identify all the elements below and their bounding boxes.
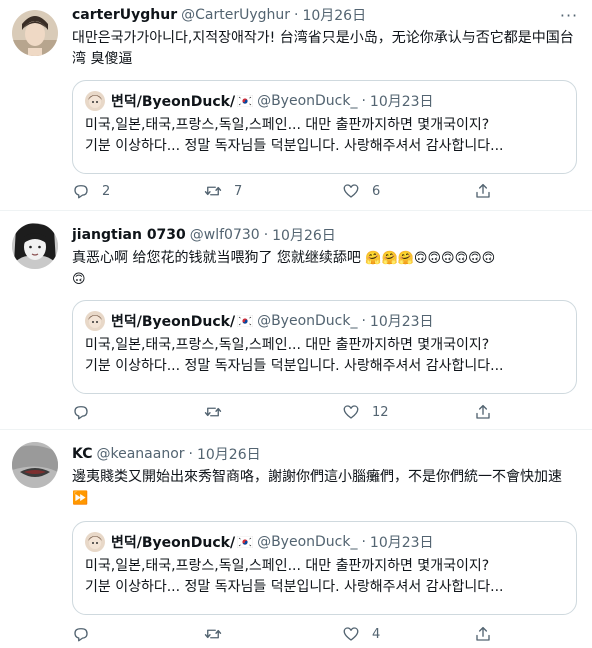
reply-icon	[74, 628, 88, 642]
retweet-button[interactable]	[204, 400, 234, 424]
tweet-header: KC @keanaanor · 10月26日	[72, 443, 261, 465]
user-handle[interactable]: @keanaanor	[97, 446, 185, 462]
tweet-text-content: 邊夷賤类又開始出來秀智商咯，謝謝你們這小腦癱們，不是你們統一不會快加速	[72, 469, 562, 485]
separator-dot: ·	[361, 93, 366, 109]
emoji-sequence: 🤗🤗🤗🙃🙃🙃🙃🙃🙃	[365, 251, 496, 266]
like-count: 4	[372, 626, 381, 642]
like-count: 6	[372, 183, 381, 199]
quoted-display-name: 변덕/ByeonDuck/	[111, 94, 236, 110]
user-handle[interactable]: @CarterUyghur	[181, 7, 290, 23]
display-name[interactable]: jiangtian 0730	[72, 227, 186, 243]
share-button[interactable]	[474, 400, 492, 424]
tweet-text: 대만은국가가아니다,지적장애작가! 台湾省只是小岛，无论你承认与否它都是中国台湾…	[72, 30, 574, 67]
reply-count: 2	[102, 183, 111, 199]
quoted-tweet-text: 미국,일본,태국,프랑스,독일,스페인... 대만 출판까지하면 몇개국이지? …	[85, 115, 565, 157]
south-korea-flag-icon	[236, 314, 254, 328]
reply-button[interactable]: 2	[72, 179, 110, 203]
like-button[interactable]: 4	[342, 622, 380, 646]
fast-forward-emoji: ⏩	[72, 491, 89, 506]
retweet-button[interactable]	[204, 622, 234, 646]
share-icon	[476, 183, 490, 198]
avatar[interactable]	[12, 223, 58, 269]
quoted-tweet-date: 10月23日	[369, 314, 434, 330]
heart-icon	[343, 184, 359, 198]
tweet-text: 真恶心啊 给您花的钱就当喂狗了 您就继续舔吧 🤗🤗🤗🙃🙃🙃🙃🙃🙃 🙃	[72, 248, 577, 290]
separator-dot: ·	[294, 7, 299, 23]
quoted-tweet-header: 변덕/ByeonDuck/ @ByeonDuck_ · 10月23日	[85, 311, 434, 331]
quoted-display-name: 변덕/ByeonDuck/	[111, 535, 236, 551]
quoted-tweet-date: 10月23日	[369, 94, 434, 110]
tweet-text-content: 真恶心啊 给您花的钱就当喂狗了 您就继续舔吧	[72, 250, 361, 266]
tweet-actions: 12	[72, 400, 512, 424]
quoted-tweet-header: 변덕/ByeonDuck/ @ByeonDuck_ · 10月23日	[85, 532, 434, 552]
display-name[interactable]: KC	[72, 446, 93, 462]
tweet-date[interactable]: 10月26日	[272, 225, 336, 245]
share-icon	[476, 626, 490, 641]
retweet-count: 7	[234, 183, 243, 199]
quoted-tweet-header: 변덕/ByeonDuck/ @ByeonDuck_ · 10月23日	[85, 91, 434, 111]
tweet-text: 邊夷賤类又開始出來秀智商咯，謝謝你們這小腦癱們，不是你們統一不會快加速 ⏩	[72, 467, 577, 509]
retweet-icon	[204, 407, 222, 417]
south-korea-flag-icon	[236, 535, 254, 549]
retweet-icon	[204, 186, 222, 196]
emoji: 🙃	[72, 272, 86, 287]
reply-button[interactable]	[72, 400, 102, 424]
more-icon[interactable]: ···	[554, 4, 584, 26]
quoted-tweet-text: 미국,일본,태국,프랑스,독일,스페인... 대만 출판까지하면 몇개국이지? …	[85, 556, 565, 598]
share-button[interactable]	[474, 179, 492, 203]
display-name[interactable]: carterUyghur	[72, 7, 177, 23]
separator-dot: ·	[188, 446, 193, 462]
heart-icon	[343, 405, 359, 419]
quoted-tweet-text: 미국,일본,태국,프랑스,독일,스페인... 대만 출판까지하면 몇개국이지? …	[85, 335, 565, 377]
quoted-avatar	[85, 311, 105, 331]
share-icon	[476, 404, 490, 419]
tweet-header: jiangtian 0730 @wlf0730 · 10月26日	[72, 224, 336, 246]
tweet[interactable]: KC @keanaanor · 10月26日 邊夷賤类又開始出來秀智商咯，謝謝你…	[0, 430, 592, 648]
tweet-date[interactable]: 10月26日	[302, 5, 366, 25]
separator-dot: ·	[361, 313, 366, 329]
avatar[interactable]	[12, 10, 58, 56]
quoted-text-line: 미국,일본,태국,프랑스,독일,스페인... 대만 출판까지하면 몇개국이지?	[85, 117, 490, 133]
quoted-text-line: 미국,일본,태국,프랑스,독일,스페인... 대만 출판까지하면 몇개국이지?	[85, 337, 490, 353]
quoted-tweet-date: 10月23日	[369, 535, 434, 551]
quoted-tweet[interactable]: 변덕/ByeonDuck/ @ByeonDuck_ · 10月23日 미국,일본…	[72, 300, 577, 394]
user-handle[interactable]: @wlf0730	[190, 227, 260, 243]
tweet-header: carterUyghur @CarterUyghur · 10月26日	[72, 4, 366, 26]
quoted-display-name: 변덕/ByeonDuck/	[111, 314, 236, 330]
reply-icon	[74, 406, 88, 420]
like-count: 12	[372, 404, 389, 420]
quoted-text-line: 기분 이상하다... 정말 독자님들 덕분입니다. 사랑해주셔서 감사합니다..…	[85, 579, 504, 595]
quoted-text-line: 미국,일본,태국,프랑스,독일,스페인... 대만 출판까지하면 몇개국이지?	[85, 558, 490, 574]
like-button[interactable]: 12	[342, 400, 389, 424]
avatar[interactable]	[12, 442, 58, 488]
quoted-avatar	[85, 91, 105, 111]
retweet-button[interactable]: 7	[204, 179, 242, 203]
tweet[interactable]: carterUyghur @CarterUyghur · 10月26日 ··· …	[0, 0, 592, 210]
separator-dot: ·	[263, 227, 269, 243]
quoted-avatar	[85, 532, 105, 552]
quoted-user-handle: @ByeonDuck_	[257, 534, 358, 550]
quoted-tweet[interactable]: 변덕/ByeonDuck/ @ByeonDuck_ · 10月23日 미국,일본…	[72, 80, 577, 174]
quoted-user-handle: @ByeonDuck_	[257, 313, 358, 329]
south-korea-flag-icon	[236, 94, 254, 108]
retweet-icon	[204, 629, 222, 639]
quoted-user-handle: @ByeonDuck_	[257, 93, 358, 109]
tweet[interactable]: jiangtian 0730 @wlf0730 · 10月26日 真恶心啊 给您…	[0, 211, 592, 429]
heart-icon	[343, 627, 359, 641]
quoted-text-line: 기분 이상하다... 정말 독자님들 덕분입니다. 사랑해주셔서 감사합니다..…	[85, 358, 504, 374]
like-button[interactable]: 6	[342, 179, 380, 203]
quoted-tweet[interactable]: 변덕/ByeonDuck/ @ByeonDuck_ · 10月23日 미국,일본…	[72, 521, 577, 615]
tweet-actions: 4	[72, 622, 512, 646]
quoted-text-line: 기분 이상하다... 정말 독자님들 덕분입니다. 사랑해주셔서 감사합니다..…	[85, 138, 504, 154]
share-button[interactable]	[474, 622, 492, 646]
reply-button[interactable]	[72, 622, 102, 646]
reply-icon	[74, 185, 88, 199]
separator-dot: ·	[361, 534, 366, 550]
tweet-date[interactable]: 10月26日	[197, 444, 261, 464]
tweet-actions: 2 7 6	[72, 179, 512, 203]
